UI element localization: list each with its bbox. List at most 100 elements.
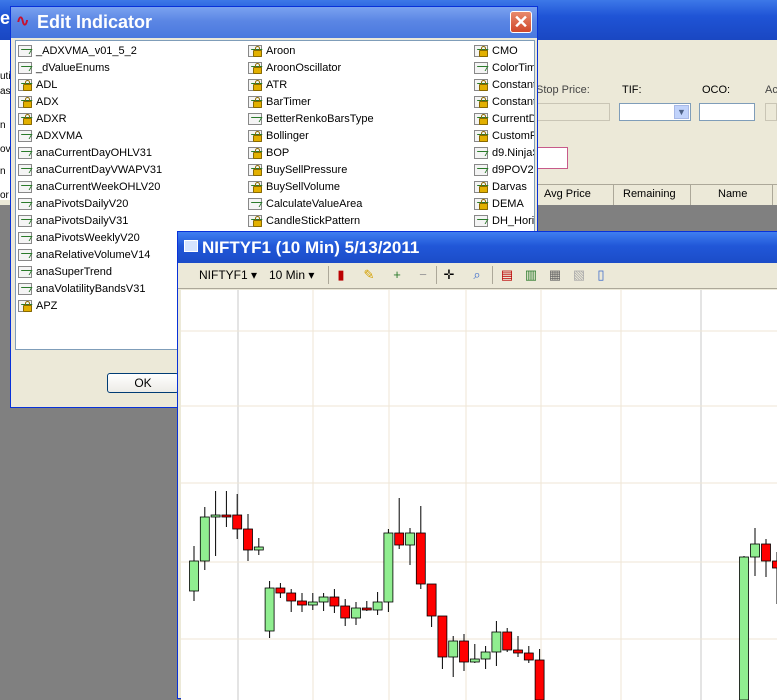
indicator-label: anaPivotsWeeklyV20 (36, 230, 140, 247)
lock-icon (23, 84, 32, 91)
indicator-icon (18, 232, 32, 244)
data-box-icon[interactable]: ▧ (572, 268, 586, 282)
lock-icon (253, 84, 262, 91)
indicator-label: anaCurrentWeekOHLV20 (36, 179, 160, 196)
indicator-label: ADXVMA (36, 128, 82, 145)
zoom-out-icon[interactable]: − (416, 268, 430, 282)
indicator-label: d9.NinjaS (492, 145, 535, 162)
indicator-icon (18, 130, 32, 142)
app-icon: ∿ (16, 14, 32, 30)
window-icon[interactable]: ▯ (594, 268, 608, 282)
order-window-title: e (0, 8, 10, 29)
indicator-label: anaSuperTrend (36, 264, 112, 281)
indicators-icon[interactable]: ▥ (524, 268, 538, 282)
tif-select[interactable]: ▼ (619, 103, 691, 121)
indicator-label: AroonOscillator (266, 60, 341, 77)
candle-body (384, 533, 393, 602)
stop-price-label: Stop Price: (536, 84, 590, 96)
candle-body (308, 602, 317, 605)
chart-properties-icon[interactable]: ▦ (548, 268, 562, 282)
account-label: Ac (765, 84, 777, 96)
lock-icon (479, 118, 488, 125)
candlestick-chart[interactable] (181, 290, 777, 700)
indicator-label: Darvas (492, 179, 527, 196)
indicator-label: ColorTime (492, 60, 535, 77)
lock-icon (253, 50, 262, 57)
account-field[interactable] (765, 103, 777, 121)
chevron-down-icon: ▾ (308, 268, 314, 282)
close-button[interactable]: ✕ (510, 11, 532, 33)
candle-body (319, 597, 328, 602)
lock-icon (479, 186, 488, 193)
indicator-icon (474, 62, 488, 74)
oco-field[interactable] (699, 103, 755, 121)
candle-body (762, 544, 771, 561)
left-strip-label: as (0, 86, 11, 97)
lock-icon (253, 186, 262, 193)
strategy-icon[interactable]: ▤ (500, 268, 514, 282)
instrument-selector[interactable]: NIFTYF1 ▾ (199, 268, 257, 282)
candle-body (740, 557, 749, 700)
lock-icon (479, 50, 488, 57)
candle-body (233, 515, 242, 529)
left-strip-label: ov (0, 144, 11, 155)
search-icon[interactable]: ⌕ (470, 268, 484, 282)
indicator-icon (248, 113, 262, 125)
candle-body (427, 584, 436, 616)
candle-body (524, 653, 533, 660)
toolbar-divider (328, 266, 329, 284)
indicator-icon (18, 249, 32, 261)
ok-button[interactable]: OK (107, 373, 179, 393)
lock-icon (253, 169, 262, 176)
grid-header-remaining: Remaining (623, 188, 676, 200)
oco-label: OCO: (702, 84, 730, 96)
grid-header-avg-price: Avg Price (544, 188, 591, 200)
indicator-label: APZ (36, 298, 57, 315)
candle-body (773, 561, 777, 568)
indicator-icon (18, 147, 32, 159)
indicator-label: d9POV2 (492, 162, 534, 179)
indicator-label: BarTimer (266, 94, 311, 111)
action-button[interactable] (536, 147, 568, 169)
candle-body (492, 632, 501, 652)
interval-selector[interactable]: 10 Min ▾ (269, 268, 314, 282)
candle-body (276, 588, 285, 593)
indicator-label: Constant (492, 94, 535, 111)
zoom-in-icon[interactable]: + (390, 268, 404, 282)
chart-window: NIFTYF1 (10 Min) 5/13/2011 NIFTYF1 ▾ 10 … (177, 231, 777, 699)
bar-type-icon[interactable]: ▮ (334, 268, 348, 282)
indicator-label: BOP (266, 145, 289, 162)
candle-body (254, 547, 263, 550)
candle-body (222, 515, 231, 517)
toolbar-divider (492, 266, 493, 284)
grid-header-divider (690, 185, 691, 205)
indicator-icon (18, 283, 32, 295)
lock-icon (479, 84, 488, 91)
lock-icon (253, 101, 262, 108)
indicator-label: BuySellPressure (266, 162, 347, 179)
stop-price-field[interactable] (536, 103, 610, 121)
indicator-icon (18, 215, 32, 227)
indicator-label: _ADXVMA_v01_5_2 (36, 43, 137, 60)
left-strip-label: n (0, 166, 6, 177)
indicator-label: ADXR (36, 111, 67, 128)
indicator-label: Constant (492, 77, 535, 94)
indicator-icon (18, 45, 32, 57)
lock-icon (253, 67, 262, 74)
candle-body (503, 632, 512, 650)
lock-icon (23, 101, 32, 108)
candle-body (438, 616, 447, 657)
indicator-icon (18, 181, 32, 193)
candle-body (751, 544, 760, 557)
chevron-down-icon[interactable]: ▼ (674, 105, 689, 119)
pencil-icon[interactable]: ✎ (362, 268, 376, 282)
indicator-label: anaVolatilityBandsV31 (36, 281, 145, 298)
indicator-label: Aroon (266, 43, 295, 60)
grid-header-name: Name (718, 188, 747, 200)
close-icon: ✕ (513, 12, 528, 32)
indicator-label: CustomPl (492, 128, 535, 145)
crosshair-icon[interactable]: ✛ (442, 268, 456, 282)
candle-body (535, 660, 544, 700)
indicator-label: BetterRenkoBarsType (266, 111, 374, 128)
candle-body (330, 597, 339, 606)
